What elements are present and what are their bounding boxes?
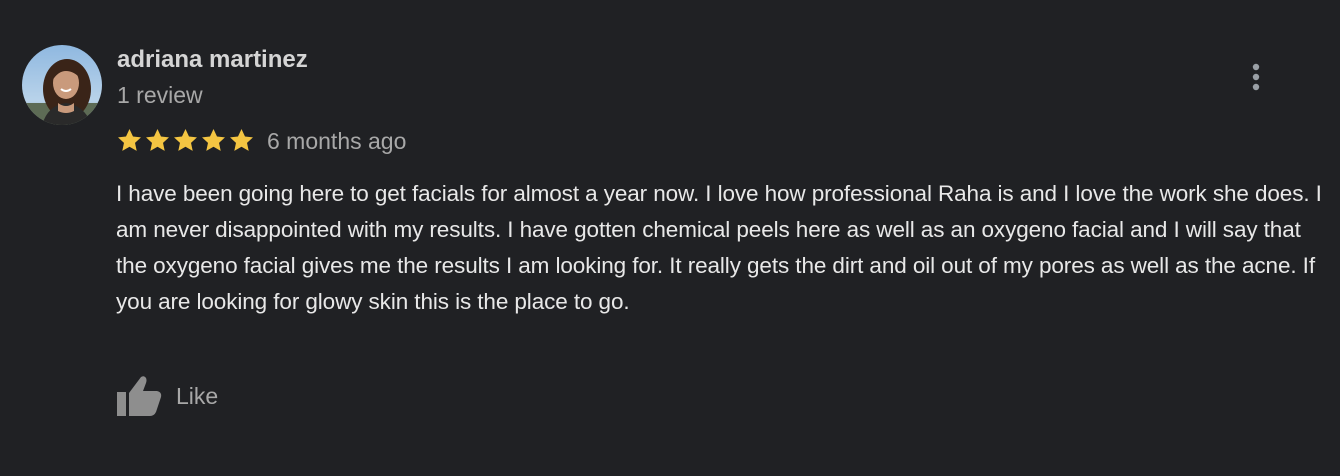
- star-icon: [172, 127, 199, 155]
- review-text: I have been going here to get facials fo…: [116, 181, 1322, 314]
- more-vert-icon: [1252, 63, 1260, 91]
- star-icon: [144, 127, 171, 155]
- author-name[interactable]: adriana martinez: [117, 45, 308, 75]
- review-date: 6 months ago: [267, 128, 407, 154]
- review-card: adriana martinez 1 review 6 months ago I…: [0, 0, 1340, 476]
- avatar-photo: [22, 45, 102, 125]
- more-options-button[interactable]: [1240, 57, 1272, 97]
- like-button[interactable]: Like: [116, 373, 218, 419]
- like-label: Like: [176, 383, 219, 409]
- star-rating: [116, 127, 255, 155]
- review-count[interactable]: 1 review: [117, 80, 203, 110]
- thumb-up-icon: [117, 376, 162, 416]
- star-icon: [200, 127, 227, 155]
- star-icon: [116, 127, 143, 155]
- star-icon: [228, 127, 255, 155]
- avatar[interactable]: [22, 45, 102, 125]
